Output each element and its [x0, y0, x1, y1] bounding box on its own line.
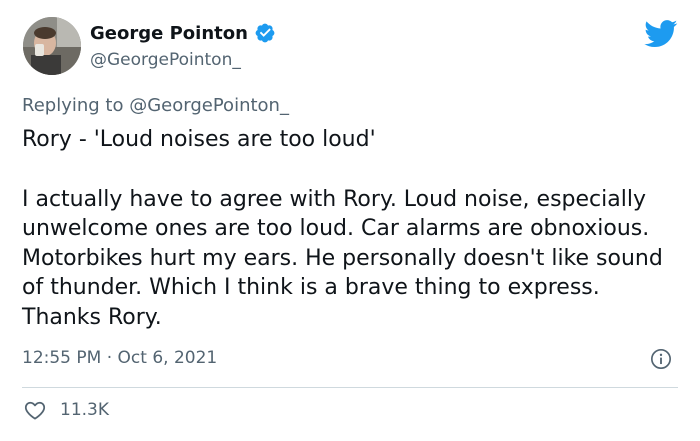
like-count: 11.3K — [60, 400, 109, 420]
avatar[interactable] — [23, 17, 81, 75]
verified-badge-icon — [255, 23, 275, 43]
author-handle[interactable]: @GeorgePointon_ — [90, 50, 241, 70]
tweet-timestamp[interactable]: 12:55 PM · Oct 6, 2021 — [22, 348, 217, 368]
heart-icon — [24, 401, 46, 420]
replying-prefix: Replying to — [22, 95, 124, 116]
replying-target-link[interactable]: @GeorgePointon_ — [129, 95, 289, 116]
twitter-bird-icon[interactable] — [644, 20, 678, 48]
author-name[interactable]: George Pointon — [90, 22, 276, 44]
info-icon[interactable] — [650, 348, 672, 370]
replying-to: Replying to @GeorgePointon_ — [22, 95, 289, 116]
tweet-text-line2: I actually have to agree with Rory. Loud… — [22, 186, 663, 330]
divider — [22, 387, 678, 388]
tweet-text-line1: Rory - 'Loud noises are too loud' — [22, 127, 376, 152]
like-button[interactable]: 11.3K — [24, 400, 109, 420]
author-name-text: George Pointon — [90, 22, 248, 44]
avatar-photo — [23, 17, 81, 75]
tweet-text: Rory - 'Loud noises are too loud' I actu… — [22, 125, 682, 332]
tweet-card: George Pointon @GeorgePointon_ Replying … — [0, 0, 700, 441]
